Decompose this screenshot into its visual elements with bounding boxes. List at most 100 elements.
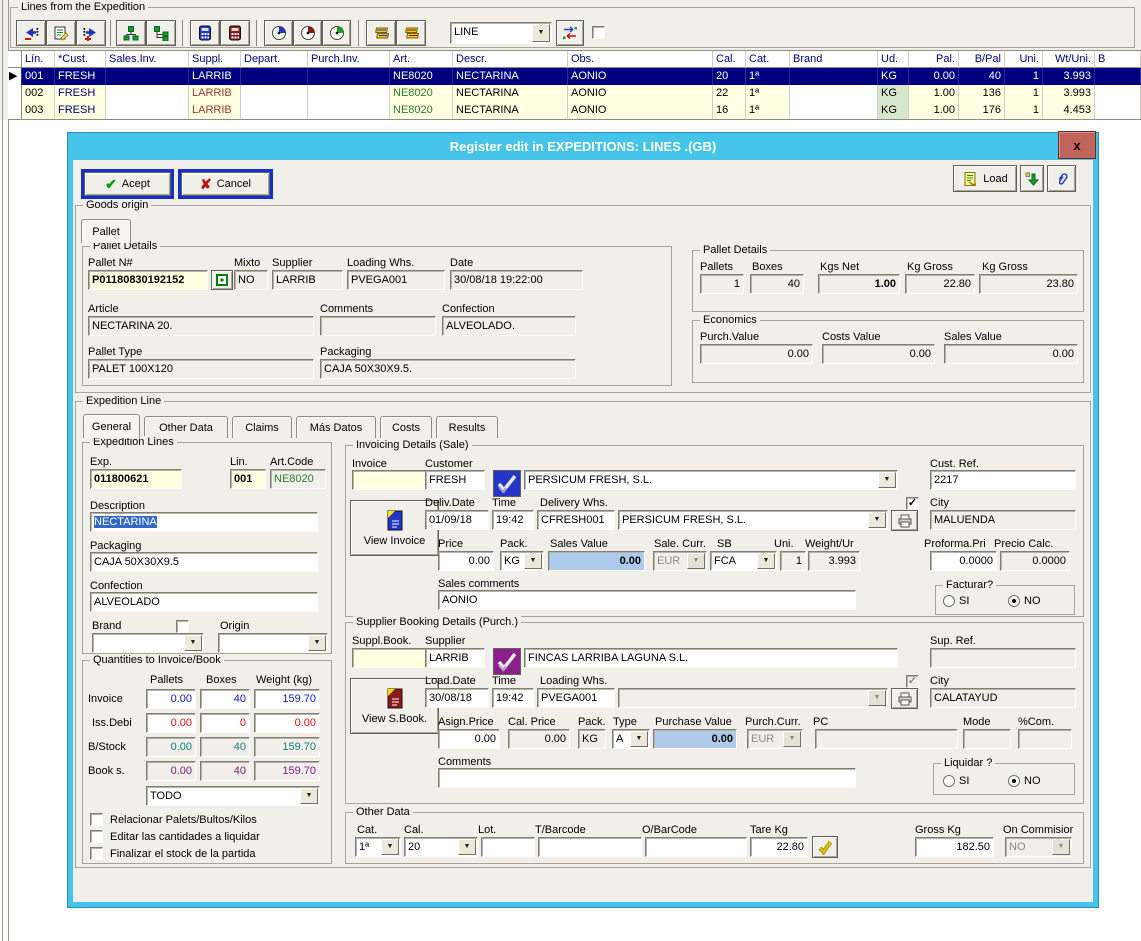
customer-code-field[interactable]: FRESH xyxy=(425,470,485,490)
description-field[interactable]: NECTARINA xyxy=(90,512,318,532)
loading-whs-code-field[interactable]: PVEGA001 xyxy=(537,688,615,708)
costs-value-field[interactable]: 0.00 xyxy=(822,344,935,364)
brand-checkbox[interactable] xyxy=(176,620,189,633)
line-mode-combobox[interactable]: LINE xyxy=(450,22,552,44)
qty-bstock-weight[interactable]: 159.70 xyxy=(254,737,320,757)
col-header[interactable]: Sales.Inv. xyxy=(106,51,189,68)
customer-name-select[interactable]: PERSICUM FRESH, S.L. xyxy=(524,470,898,490)
facturar-si-radio[interactable] xyxy=(943,595,955,607)
kg-gross2-field[interactable]: 23.80 xyxy=(979,274,1078,294)
col-header[interactable]: Depart. xyxy=(241,51,308,68)
col-header[interactable]: Cal. xyxy=(713,51,746,68)
purch-pack-field[interactable]: KG xyxy=(578,729,606,749)
lot-field[interactable] xyxy=(481,837,535,857)
distribute-down-button[interactable] xyxy=(116,20,146,46)
pallet-loading-whs-field[interactable]: PVEGA001 xyxy=(347,270,445,290)
chevron-down-icon[interactable] xyxy=(184,635,202,651)
loading-city-field[interactable]: CALATAYUD xyxy=(930,688,1076,708)
proforma-price-field[interactable]: 0.0000 xyxy=(930,551,997,571)
tab-results[interactable]: Results xyxy=(436,416,498,438)
chevron-down-icon[interactable] xyxy=(381,839,399,855)
deliv-date-field[interactable]: 01/09/18 xyxy=(425,510,489,530)
calculator-blue-button[interactable] xyxy=(190,20,220,46)
qty-issdebit-pallets[interactable]: 0.00 xyxy=(146,713,196,733)
origin-select[interactable] xyxy=(218,633,328,653)
print-delivery-button[interactable] xyxy=(891,510,918,531)
kg-gross-field[interactable]: 22.80 xyxy=(905,274,975,294)
tab-costs[interactable]: Costs xyxy=(380,416,432,438)
col-header[interactable]: B/Pal xyxy=(959,51,1005,68)
tab-pallet[interactable]: Pallet xyxy=(81,219,131,243)
chevron-down-icon[interactable] xyxy=(308,635,326,651)
pallet-supplier-field[interactable]: LARRIB xyxy=(272,270,343,290)
tare-confirm-button[interactable] xyxy=(812,836,838,858)
precio-calc-field[interactable]: 0.0000 xyxy=(1000,551,1070,571)
delivery-whs-select[interactable]: PERSICUM FRESH, S.L. xyxy=(618,510,888,530)
relacionar-checkbox[interactable] xyxy=(90,813,103,826)
chevron-down-icon[interactable] xyxy=(868,512,886,528)
col-header[interactable]: *Cust. xyxy=(55,51,106,68)
toolbar-checkbox[interactable] xyxy=(592,26,605,39)
close-button[interactable]: x xyxy=(1058,131,1096,159)
import-button[interactable] xyxy=(1020,165,1044,192)
tab-general[interactable]: General xyxy=(83,414,140,438)
o-barcode-field[interactable] xyxy=(645,837,747,857)
type-select[interactable]: A xyxy=(612,729,650,749)
loading-whs-select[interactable] xyxy=(618,688,888,708)
supplier-name-field[interactable]: FINCAS LARRIBA LAGUNA S.L. xyxy=(524,648,898,668)
load-time-field[interactable]: 19:42 xyxy=(492,688,534,708)
purch-curr-select[interactable]: EUR xyxy=(747,729,803,749)
delivery-whs-code-field[interactable]: CFRESH001 xyxy=(537,510,615,530)
chevron-down-icon[interactable] xyxy=(524,553,542,569)
mixto-field[interactable]: NO xyxy=(234,270,268,290)
chevron-down-icon[interactable] xyxy=(630,731,648,747)
distribute-right-button[interactable] xyxy=(146,20,176,46)
table-row[interactable]: 002 FRESH LARRIB NE8020 NECTARINA AONIO … xyxy=(8,85,1141,102)
print-loading-button[interactable] xyxy=(891,688,918,709)
tab-other-data[interactable]: Other Data xyxy=(144,416,228,438)
pallet-packaging-field[interactable]: CAJA 50X30X9.5. xyxy=(320,359,576,379)
cal-price-field[interactable]: 0.00 xyxy=(508,729,570,749)
supplier-verify-button[interactable] xyxy=(493,648,521,675)
boxes-field[interactable]: 40 xyxy=(750,274,804,294)
finalizar-checkbox[interactable] xyxy=(90,847,103,860)
chevron-down-icon[interactable] xyxy=(300,788,318,804)
tab-mas-datos[interactable]: Más Datos xyxy=(296,416,376,438)
qty-books-pallets[interactable]: 0.00 xyxy=(146,761,196,781)
pc-field[interactable] xyxy=(815,729,958,749)
kgs-net-field[interactable]: 1.00 xyxy=(818,274,900,294)
customer-verify-button[interactable] xyxy=(493,470,521,497)
col-header[interactable]: Brand xyxy=(790,51,878,68)
books-button[interactable] xyxy=(366,20,396,46)
pallets-field[interactable]: 1 xyxy=(700,274,744,294)
edit-lines-button[interactable] xyxy=(46,20,76,46)
pie-green-button[interactable] xyxy=(322,20,351,46)
pallet-date-field[interactable]: 30/08/18 19:22:00 xyxy=(450,270,583,290)
sale-pack-select[interactable]: KG xyxy=(500,551,544,571)
brand-select[interactable] xyxy=(92,633,204,653)
chevron-down-icon[interactable] xyxy=(532,24,550,42)
purchase-value-field[interactable]: 0.00 xyxy=(653,729,737,749)
editar-checkbox[interactable] xyxy=(90,830,103,843)
reorder-lines-button[interactable] xyxy=(556,20,584,46)
booking-comments-field[interactable] xyxy=(438,768,856,788)
pallet-confection-field[interactable]: ALVEOLADO. xyxy=(442,316,576,336)
sale-curr-select[interactable]: EUR xyxy=(653,551,707,571)
pallet-lookup-button[interactable] xyxy=(211,270,233,290)
pallet-number-field[interactable]: P01180830192152 xyxy=(88,270,208,290)
on-commission-select[interactable]: NO xyxy=(1005,837,1072,857)
line-packaging-field[interactable]: CAJA 50X30X9.5 xyxy=(90,552,318,572)
delivery-city-checkbox[interactable] xyxy=(906,497,919,510)
qty-bstock-boxes[interactable]: 40 xyxy=(200,737,250,757)
col-header[interactable]: Lín. xyxy=(22,51,55,68)
gross-kg-field[interactable]: 182.50 xyxy=(915,837,994,857)
attachment-button[interactable] xyxy=(1047,165,1076,192)
tare-kg-field[interactable]: 22.80 xyxy=(750,837,808,857)
cal-select[interactable]: 20 xyxy=(404,837,478,857)
sales-comments-field[interactable]: AONIO xyxy=(438,590,856,610)
col-header[interactable]: Purch.Inv. xyxy=(308,51,390,68)
col-header[interactable]: Art. xyxy=(390,51,453,68)
weight-per-unit-field[interactable]: 3.993 xyxy=(808,551,860,571)
col-header[interactable]: Wt/Uni. xyxy=(1043,51,1095,68)
qty-invoice-pallets[interactable]: 0.00 xyxy=(146,689,196,709)
